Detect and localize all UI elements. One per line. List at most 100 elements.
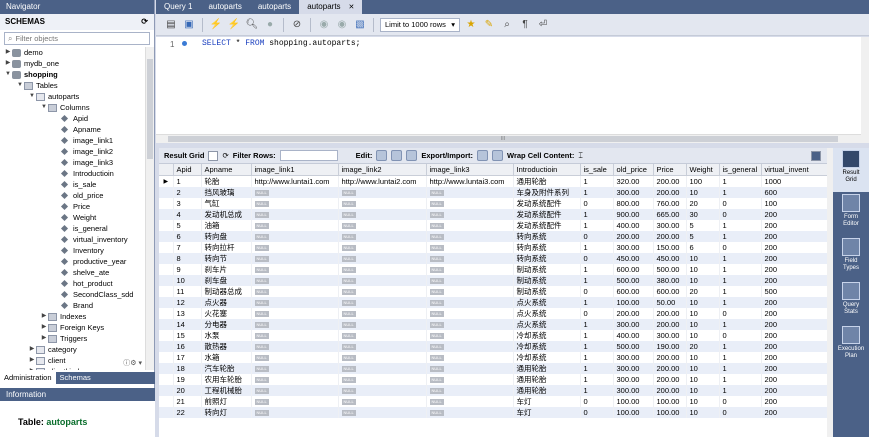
refresh-icon[interactable]: ⟳ [222,151,228,160]
table-cell[interactable]: 600.00 [653,285,687,297]
table-cell[interactable]: NULL [251,318,339,330]
table-cell[interactable]: NULL [338,186,427,198]
table-cell[interactable]: NULL [426,230,514,242]
table-cell[interactable]: NULL [338,285,427,297]
table-cell[interactable]: NULL [426,296,514,308]
table-cell[interactable]: NULL [338,219,427,231]
table-cell[interactable]: 200 [761,406,827,418]
tree-item[interactable]: ▼ autoparts [0,91,145,102]
table-cell[interactable]: NULL [251,197,339,209]
invisible-chars-icon[interactable]: ¶ [518,18,532,32]
table-row[interactable]: 22 转向灯 NULL NULL NULL 车灯 0 100.00 100.00 10 0 200 [159,406,827,418]
side-field-types-button[interactable]: Field Types [833,236,869,280]
table-cell[interactable]: 200.00 [613,307,654,319]
table-cell[interactable]: 车灯 [513,395,581,407]
table-cell[interactable]: 200 [761,252,827,264]
table-cell[interactable]: 200.00 [653,186,687,198]
table-cell[interactable]: NULL [426,307,514,319]
tree-item[interactable]: SecondClass_sdd [0,289,145,300]
table-cell[interactable]: 4 [173,208,202,220]
table-cell[interactable]: 200 [761,340,827,352]
table-cell[interactable]: 1 [580,186,614,198]
table-cell[interactable]: NULL [426,395,514,407]
table-cell[interactable]: 200.00 [653,318,687,330]
table-cell[interactable]: http://www.luntai3.com [426,175,514,187]
table-cell[interactable]: 散热器 [201,340,252,352]
table-cell[interactable]: NULL [251,263,339,275]
insert-row-icon[interactable] [391,150,403,161]
table-cell[interactable]: 发动系统配件 [513,208,581,220]
table-cell[interactable]: 2 [173,186,202,198]
table-cell[interactable]: 200 [761,219,827,231]
table-cell[interactable]: NULL [338,197,427,209]
row-marker[interactable] [159,285,174,297]
editor-vscroll[interactable] [861,37,869,143]
table-cell[interactable]: 0 [719,208,762,220]
table-cell[interactable]: NULL [251,395,339,407]
table-cell[interactable]: NULL [426,252,514,264]
tree-item[interactable]: Introductioin [0,168,145,179]
column-header[interactable]: Apid [173,164,202,176]
row-marker[interactable] [159,351,174,363]
current-row-icon[interactable]: ▶ [159,175,174,187]
wrap-lines-icon[interactable]: ⏎ [536,18,550,32]
table-cell[interactable]: 100.00 [613,406,654,418]
table-cell[interactable]: NULL [426,373,514,385]
table-cell[interactable]: 200 [761,274,827,286]
tree-item[interactable]: is_general [0,223,145,234]
table-cell[interactable]: 1 [719,318,762,330]
table-cell[interactable]: NULL [251,384,339,396]
table-cell[interactable]: NULL [251,252,339,264]
table-cell[interactable]: 1 [719,285,762,297]
save-icon[interactable]: ▣ [182,18,196,32]
table-cell[interactable]: 13 [173,307,202,319]
table-cell[interactable]: 通用轮胎 [513,175,581,187]
table-cell[interactable]: 0 [580,252,614,264]
table-cell[interactable]: NULL [426,208,514,220]
tree-item[interactable]: virtual_inventory [0,234,145,245]
table-row[interactable]: 10 刹车盘 NULL NULL NULL 制动系统 1 500.00 380.00 10 1 200 [159,274,827,286]
table-cell[interactable]: 300.00 [613,318,654,330]
scrollbar-thumb[interactable] [147,59,153,159]
table-cell[interactable]: 200.00 [653,351,687,363]
table-row[interactable]: 14 分电器 NULL NULL NULL 点火系统 1 300.00 200.00 10 1 200 [159,318,827,330]
column-header[interactable]: virtual_invent [761,164,827,176]
table-cell[interactable]: 分电器 [201,318,252,330]
table-cell[interactable]: 转向盘 [201,230,252,242]
tree-item[interactable]: ▶ mydb_one [0,58,145,69]
table-cell[interactable]: 30 [686,208,720,220]
table-cell[interactable]: 1 [173,175,202,187]
table-cell[interactable]: 通用轮胎 [513,362,581,374]
table-cell[interactable]: 20 [686,340,720,352]
row-marker[interactable] [159,230,174,242]
limit-rows-select[interactable]: Limit to 1000 rows ▾ [380,17,460,32]
scrollbar-thumb[interactable]: III [168,136,838,142]
table-cell[interactable]: NULL [426,362,514,374]
table-cell[interactable]: NULL [251,296,339,308]
commit-icon[interactable]: ◉ [317,18,331,32]
table-cell[interactable]: 1 [719,373,762,385]
table-cell[interactable]: 1 [719,296,762,308]
table-cell[interactable]: 10 [173,274,202,286]
table-cell[interactable]: 油箱 [201,219,252,231]
table-cell[interactable]: 转向灯 [201,406,252,418]
filter-objects-input[interactable] [15,34,136,43]
table-cell[interactable]: 制动系统 [513,263,581,275]
expand-icon[interactable]: ▶ [4,58,12,69]
table-cell[interactable]: 300.00 [613,373,654,385]
table-cell[interactable]: 450.00 [653,252,687,264]
tab-query-1[interactable]: Query 1 [156,0,200,14]
table-cell[interactable]: 800.00 [613,197,654,209]
row-marker[interactable] [159,406,174,418]
sql-editor[interactable]: 1 SELECT * FROM shopping.autoparts; [156,37,861,134]
table-cell[interactable]: 冷却系统 [513,351,581,363]
collapse-icon[interactable]: ▼ [40,102,48,113]
table-cell[interactable]: NULL [251,373,339,385]
table-cell[interactable]: 转向节 [201,252,252,264]
table-cell[interactable]: NULL [251,406,339,418]
tree-item[interactable]: ▼ shopping [0,69,145,80]
table-row[interactable]: 18 汽车轮胎 NULL NULL NULL 通用轮胎 1 300.00 200.00 10 1 20… [159,362,827,374]
table-cell[interactable]: 10 [686,395,720,407]
table-cell[interactable]: NULL [338,351,427,363]
table-cell[interactable]: NULL [251,307,339,319]
